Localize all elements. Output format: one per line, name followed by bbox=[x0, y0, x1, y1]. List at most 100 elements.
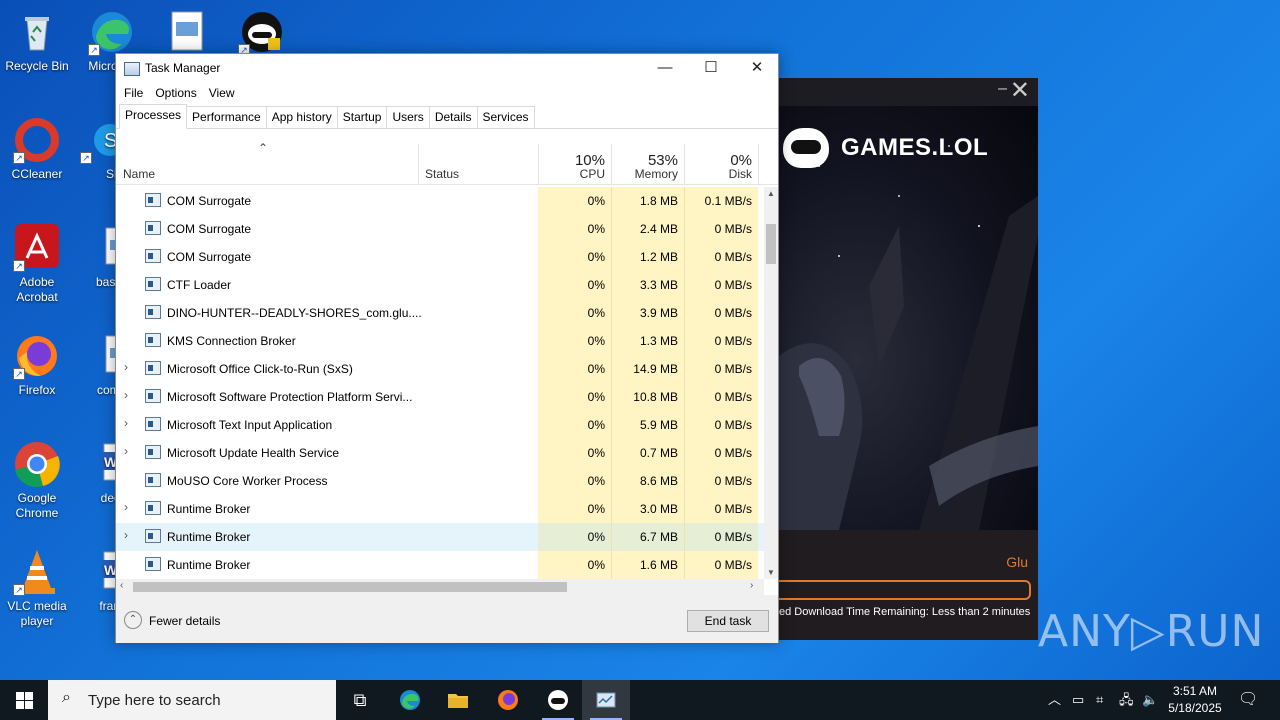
process-disk: 0 MB/s bbox=[684, 411, 758, 439]
games-installer-titlebar[interactable]: – ✕ bbox=[779, 78, 1038, 106]
process-row[interactable]: Runtime Broker 0% 1.6 MB 0 MB/s bbox=[116, 551, 764, 579]
taskbar-clock[interactable]: 3:51 AM 5/18/2025 bbox=[1158, 683, 1232, 717]
expand-chevron-icon[interactable]: › bbox=[124, 416, 128, 430]
tab-processes[interactable]: Processes bbox=[119, 104, 188, 129]
vertical-scroll-thumb[interactable] bbox=[766, 224, 776, 264]
process-row[interactable]: › Microsoft Update Health Service 0% 0.7 MB… bbox=[116, 439, 764, 467]
task-manager-titlebar[interactable]: Task Manager — ☐ ✕ bbox=[116, 54, 778, 83]
fewer-details-link[interactable]: Fewer details bbox=[149, 614, 220, 628]
chevron-up-icon[interactable]: ⌃ bbox=[124, 611, 142, 629]
desktop-icon-firefox[interactable]: ↗ Firefox bbox=[1, 332, 73, 398]
process-icon bbox=[145, 445, 161, 459]
scroll-left-icon[interactable]: ‹ bbox=[120, 580, 123, 591]
column-header-disk[interactable]: 0% Disk bbox=[685, 144, 758, 185]
process-name: Microsoft Update Health Service bbox=[167, 446, 340, 460]
process-row[interactable]: COM Surrogate 0% 1.8 MB 0.1 MB/s bbox=[116, 187, 764, 215]
network-icon[interactable]: 🖧 bbox=[1119, 680, 1134, 720]
meet-now-icon[interactable]: ⌗ bbox=[1096, 680, 1103, 720]
expand-chevron-icon[interactable]: › bbox=[124, 444, 128, 458]
process-icon bbox=[145, 305, 161, 319]
process-row[interactable]: › Microsoft Software Protection Platform … bbox=[116, 383, 764, 411]
minimize-button[interactable]: — bbox=[642, 54, 688, 83]
process-icon bbox=[145, 557, 161, 571]
taskbar-games-installer[interactable] bbox=[534, 680, 582, 720]
process-row[interactable]: COM Surrogate 0% 1.2 MB 0 MB/s bbox=[116, 243, 764, 271]
desktop-icon-games-installer[interactable]: ↗ bbox=[226, 8, 298, 59]
desktop-icon-ccleaner[interactable]: ↗ CCleaner bbox=[1, 116, 73, 182]
process-row[interactable]: CTF Loader 0% 3.3 MB 0 MB/s bbox=[116, 271, 764, 299]
close-button[interactable]: ✕ bbox=[734, 54, 780, 83]
tab-performance[interactable]: Performance bbox=[186, 106, 267, 128]
process-row[interactable]: › Runtime Broker 0% 6.7 MB 0 MB/s bbox=[116, 523, 764, 551]
taskbar-edge[interactable] bbox=[386, 680, 434, 720]
expand-chevron-icon[interactable]: › bbox=[124, 388, 128, 402]
process-row[interactable]: › Microsoft Office Click-to-Run (SxS) 0% 14… bbox=[116, 355, 764, 383]
tab-users[interactable]: Users bbox=[386, 106, 430, 128]
show-hidden-icons-chevron-icon[interactable]: ︿ bbox=[1048, 680, 1061, 720]
process-disk: 0 MB/s bbox=[684, 215, 758, 243]
menu-file[interactable]: File bbox=[118, 83, 149, 103]
games-installer-artwork: GAMES.LOL bbox=[779, 106, 1038, 530]
maximize-button[interactable]: ☐ bbox=[688, 54, 734, 83]
tab-services[interactable]: Services bbox=[476, 106, 535, 128]
horizontal-scrollbar[interactable]: ‹ › bbox=[116, 579, 764, 595]
column-header-name[interactable]: Name bbox=[116, 144, 418, 185]
tab-app-history[interactable]: App history bbox=[265, 106, 338, 128]
menu-view[interactable]: View bbox=[203, 83, 241, 103]
desktop-icon-adobe-acrobat[interactable]: ↗ Adobe Acrobat bbox=[1, 224, 73, 305]
task-view-button[interactable]: ⧉ bbox=[336, 680, 384, 720]
tab-details[interactable]: Details bbox=[428, 106, 478, 128]
process-cpu: 0% bbox=[538, 299, 611, 327]
process-cpu: 0% bbox=[538, 383, 611, 411]
horizontal-scroll-thumb[interactable] bbox=[133, 582, 567, 592]
process-disk: 0 MB/s bbox=[684, 439, 758, 467]
process-cpu: 0% bbox=[538, 551, 611, 579]
minimize-icon[interactable]: – bbox=[998, 80, 1007, 98]
process-row[interactable]: › Microsoft Text Input Application 0% 5.9 M… bbox=[116, 411, 764, 439]
expand-chevron-icon[interactable]: › bbox=[124, 528, 128, 542]
taskbar-search-box[interactable]: ⌕ Type here to search bbox=[48, 680, 336, 720]
vertical-scrollbar[interactable]: ▲ ▼ bbox=[764, 187, 778, 579]
desktop-icon-google-chrome[interactable]: Google Chrome bbox=[1, 440, 73, 521]
scroll-right-icon[interactable]: › bbox=[750, 580, 753, 591]
download-progress-bar bbox=[779, 580, 1031, 600]
process-list: COM Surrogate 0% 1.8 MB 0.1 MB/s COM Surroga… bbox=[116, 187, 764, 579]
notifications-icon[interactable]: 🗨 bbox=[1238, 680, 1258, 720]
games-lol-icon: ↗ bbox=[238, 8, 286, 56]
process-row[interactable]: DINO-HUNTER--DEADLY-SHORES_com.glu.... 0%… bbox=[116, 299, 764, 327]
taskbar-task-manager[interactable] bbox=[582, 680, 630, 720]
process-row[interactable]: COM Surrogate 0% 2.4 MB 0 MB/s bbox=[116, 215, 764, 243]
column-header-cpu[interactable]: 10% CPU bbox=[539, 144, 611, 185]
process-cpu: 0% bbox=[538, 187, 611, 215]
process-row[interactable]: MoUSO Core Worker Process 0% 8.6 MB 0 MB/s bbox=[116, 467, 764, 495]
process-disk: 0 MB/s bbox=[684, 243, 758, 271]
column-header-memory[interactable]: 53% Memory bbox=[612, 144, 684, 185]
desktop-icon-recycle-bin[interactable]: Recycle Bin bbox=[1, 8, 73, 74]
column-header-status[interactable]: Status bbox=[419, 144, 538, 185]
close-icon[interactable]: ✕ bbox=[1010, 78, 1030, 105]
tablet-icon[interactable]: ▭ bbox=[1072, 680, 1084, 720]
process-row[interactable]: › Runtime Broker 0% 3.0 MB 0 MB/s bbox=[116, 495, 764, 523]
process-row[interactable]: KMS Connection Broker 0% 1.3 MB 0 MB/s bbox=[116, 327, 764, 355]
scroll-down-icon[interactable]: ▼ bbox=[767, 568, 775, 577]
menu-options[interactable]: Options bbox=[149, 83, 202, 103]
end-task-button[interactable]: End task bbox=[687, 610, 769, 632]
volume-icon[interactable]: 🔈 bbox=[1142, 680, 1158, 720]
tab-startup[interactable]: Startup bbox=[336, 106, 388, 128]
start-button[interactable] bbox=[0, 680, 48, 720]
process-cpu: 0% bbox=[538, 467, 611, 495]
expand-chevron-icon[interactable]: › bbox=[124, 360, 128, 374]
process-disk: 0 MB/s bbox=[684, 467, 758, 495]
expand-chevron-icon[interactable]: › bbox=[124, 500, 128, 514]
publisher-label: Glu bbox=[1006, 554, 1028, 570]
scroll-up-icon[interactable]: ▲ bbox=[767, 189, 775, 198]
desktop-icon-image-file[interactable] bbox=[150, 8, 222, 59]
process-icon bbox=[145, 473, 161, 487]
task-manager-window[interactable]: Task Manager — ☐ ✕ File Options View Pro… bbox=[115, 53, 779, 643]
process-disk: 0 MB/s bbox=[684, 523, 758, 551]
desktop-icon-vlc[interactable]: ↗ VLC media player bbox=[1, 548, 73, 629]
process-icon bbox=[145, 221, 161, 235]
taskbar-file-explorer[interactable] bbox=[434, 680, 482, 720]
taskbar-firefox[interactable] bbox=[484, 680, 532, 720]
games-installer-window[interactable]: – ✕ GAMES.LOL Glu ed Download Time Remai… bbox=[779, 78, 1038, 640]
